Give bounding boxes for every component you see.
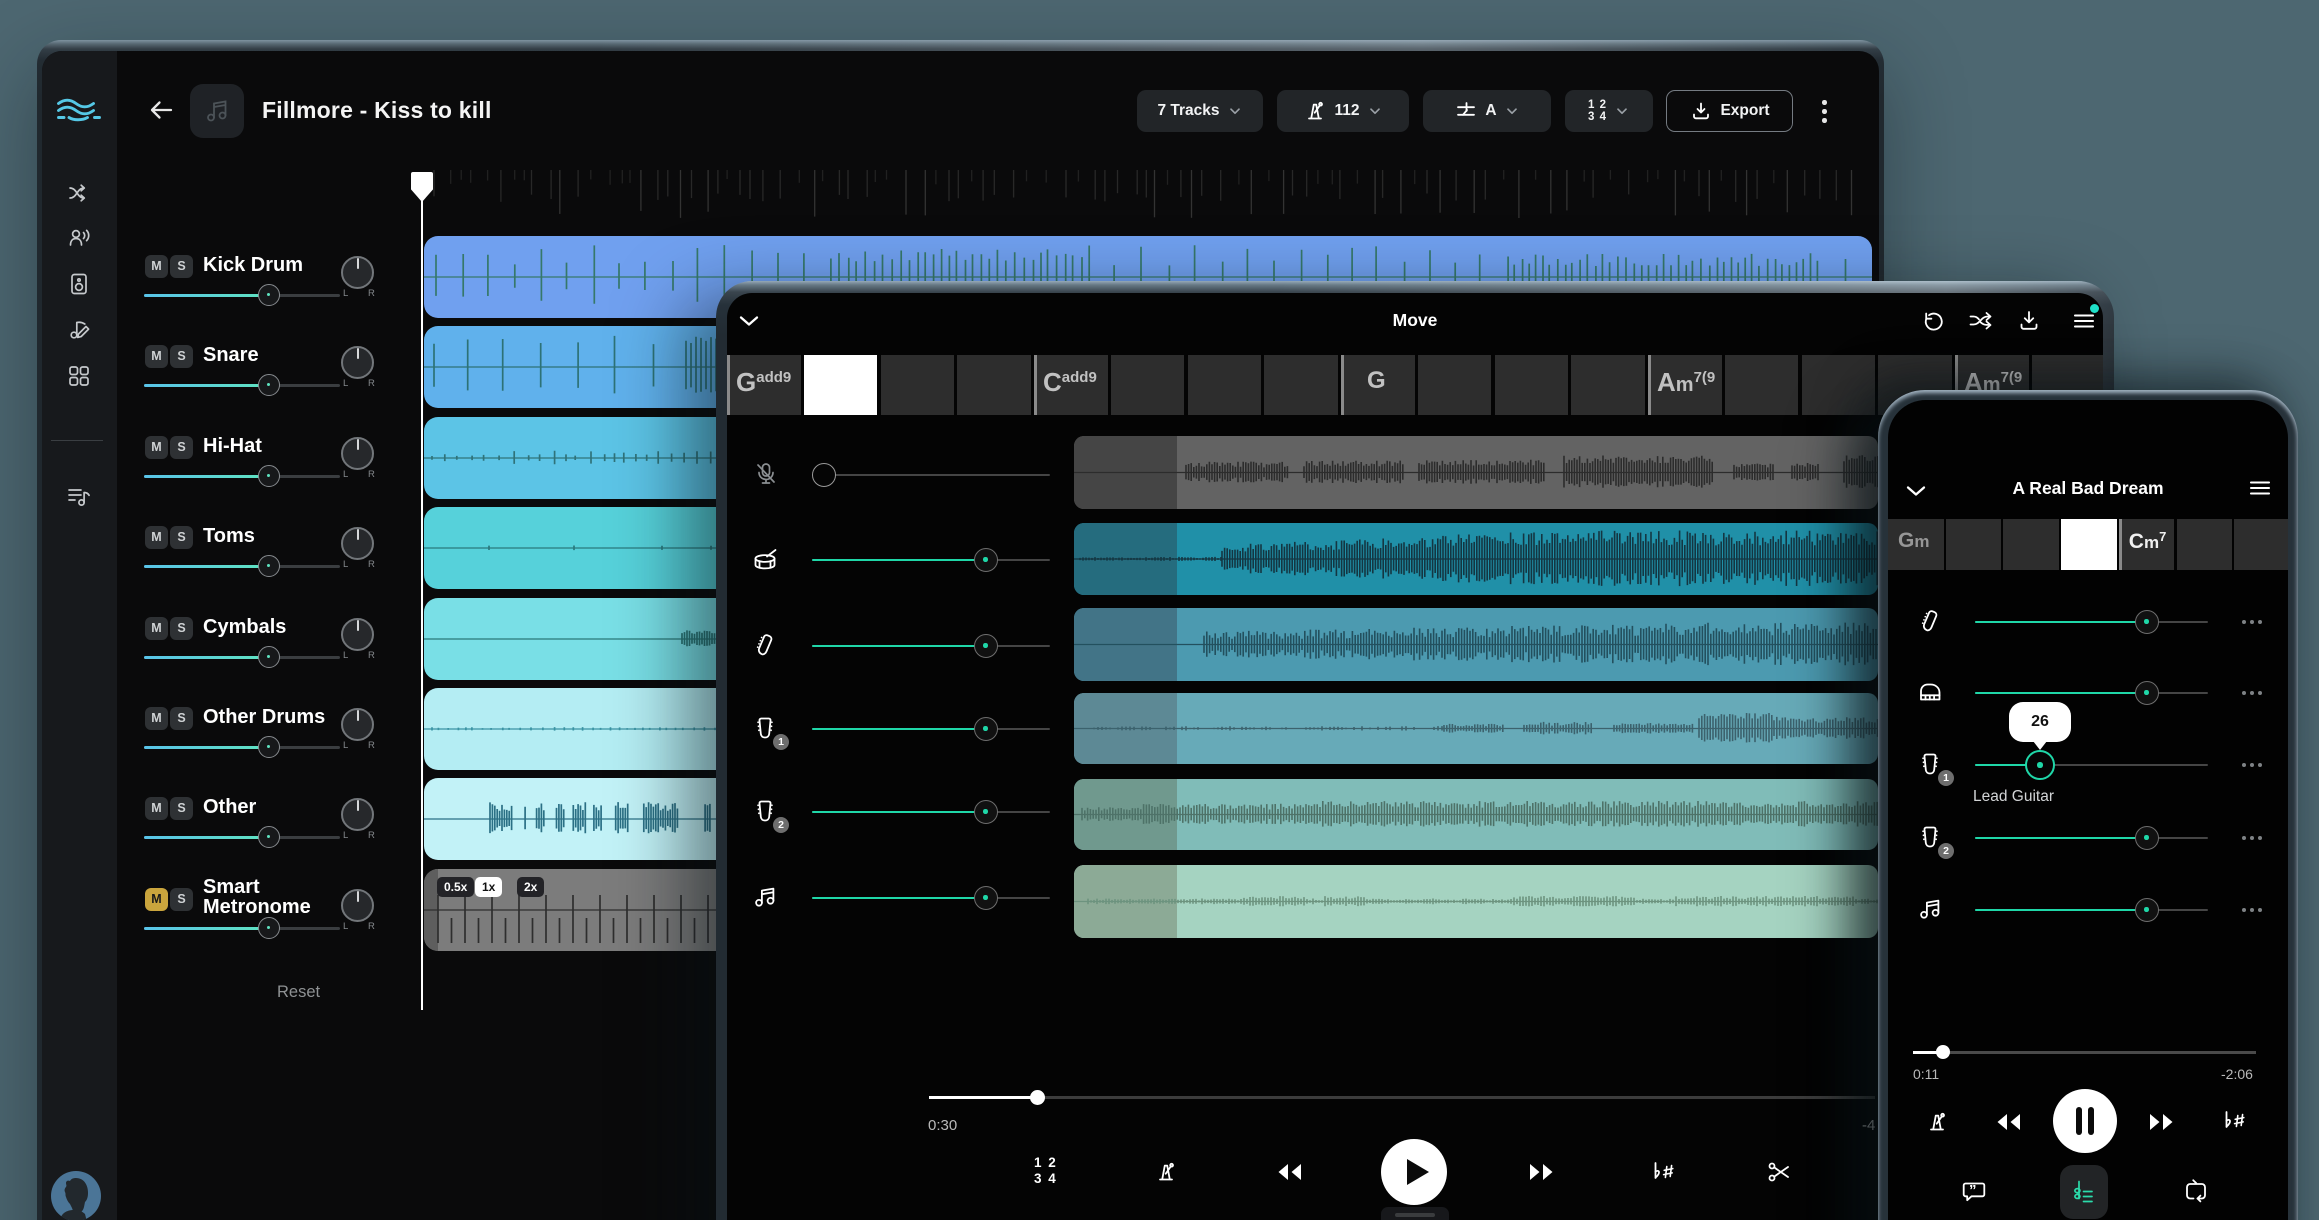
svg-text:”: ” [1969, 1182, 1977, 1199]
